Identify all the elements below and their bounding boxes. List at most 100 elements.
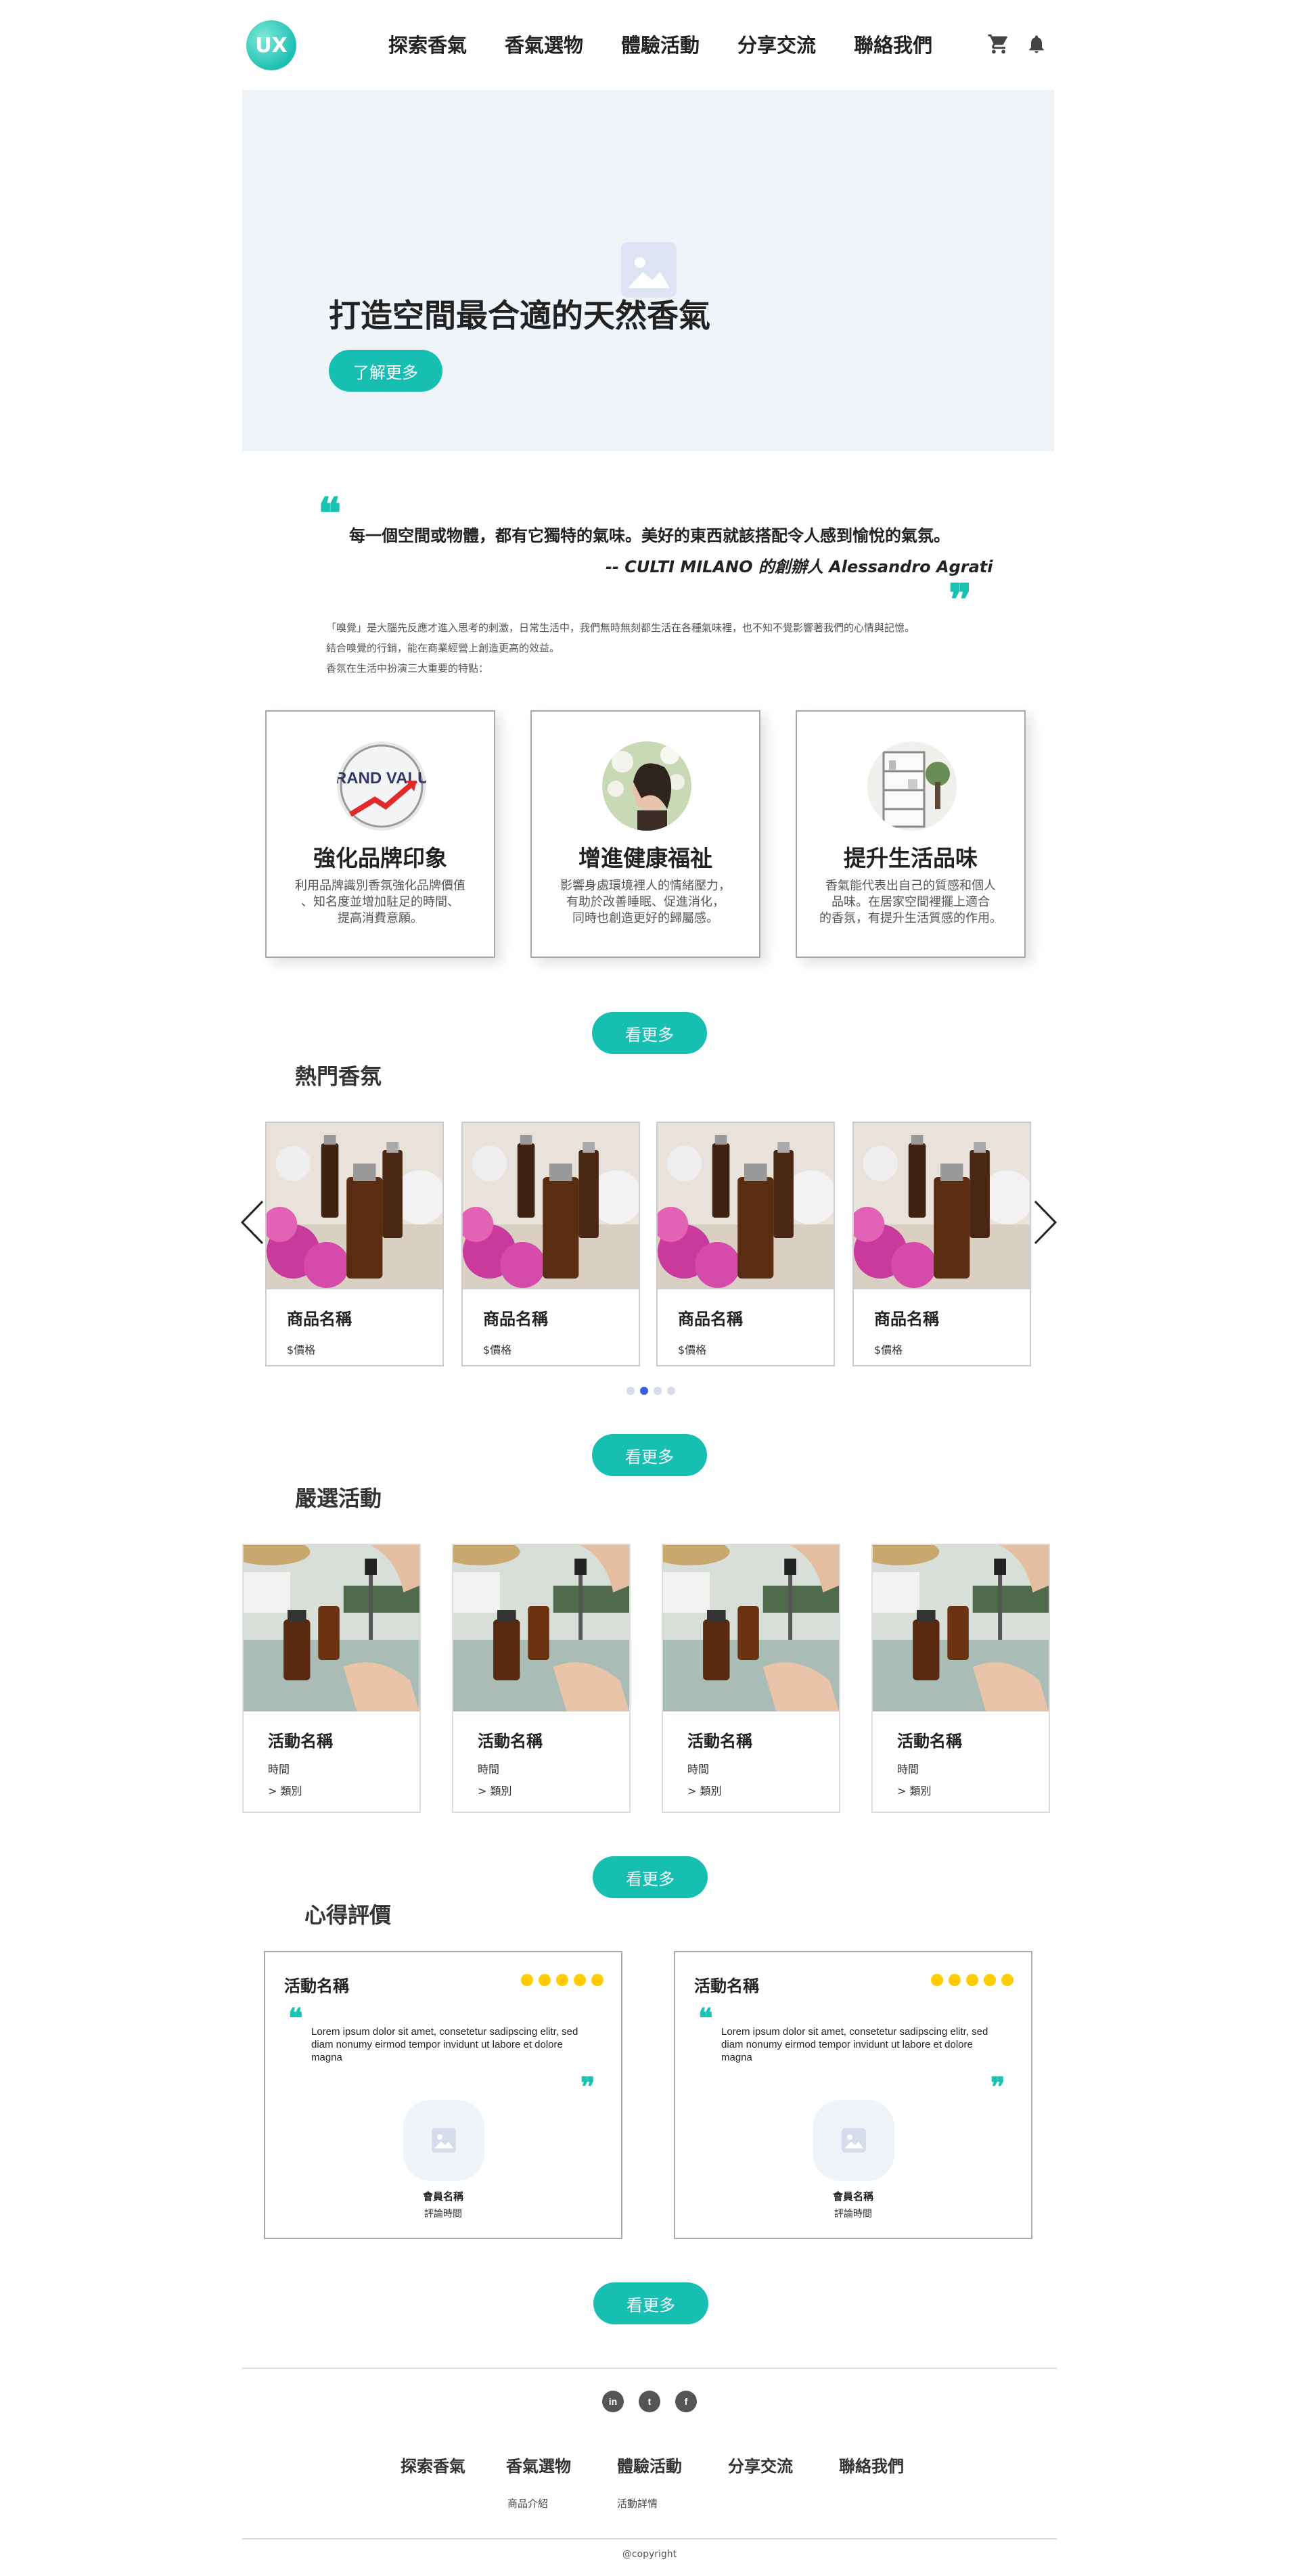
learn-more-button[interactable]: 了解更多	[329, 350, 442, 392]
carousel-prev-icon[interactable]	[238, 1199, 265, 1246]
footer-link-event-details[interactable]: 活動詳情	[617, 2496, 658, 2510]
footer-divider	[242, 2538, 1057, 2539]
activity-card[interactable]: 活動名稱 時間 > 類別	[242, 1544, 421, 1813]
brand-value-image: BRAND VALUE	[337, 741, 426, 831]
star-icon	[949, 1974, 961, 1986]
carousel-dot[interactable]	[667, 1387, 675, 1395]
product-price: $價格	[287, 1343, 316, 1356]
product-image	[463, 1123, 639, 1289]
activity-name: 活動名稱	[687, 1732, 752, 1751]
rating-stars	[931, 1974, 1013, 1986]
product-name: 商品名稱	[287, 1310, 352, 1329]
footer-nav-products[interactable]: 香氣選物	[506, 2453, 571, 2477]
intro-line: 「嗅覺」是大腦先反應才進入思考的刺激，日常生活中，我們無時無刻都生活在各種氣味裡…	[326, 622, 915, 634]
product-card[interactable]: 商品名稱 $價格	[265, 1122, 444, 1366]
star-icon	[591, 1974, 603, 1986]
facebook-icon[interactable]: f	[675, 2391, 697, 2412]
nav-item-explore[interactable]: 探索香氣	[388, 30, 467, 58]
see-more-button[interactable]: 看更多	[592, 1434, 707, 1476]
star-icon	[574, 1974, 586, 1986]
activity-image	[244, 1545, 419, 1711]
intro-line: 香氛在生活中扮演三大重要的特點：	[326, 662, 489, 674]
activity-image	[873, 1545, 1049, 1711]
quote-close-icon: ❞	[990, 2071, 1005, 2103]
activity-card[interactable]: 活動名稱 時間 > 類別	[871, 1544, 1050, 1813]
feature-desc: 利用品牌識別香氛強化品牌價值 、知名度並增加駐足的時間、 提高消費意願。	[295, 879, 465, 925]
feature-card: 增進健康福祉 影響身處環境裡人的情緒壓力， 有助於改善睡眠、促進消化， 同時也創…	[530, 710, 760, 958]
quote-text: 每一個空間或物體，都有它獨特的氣味。美好的東西就該搭配令人感到愉悅的氣氛。	[349, 526, 950, 545]
quote-close-icon: ❞	[949, 575, 972, 626]
image-placeholder-icon	[432, 2128, 456, 2153]
activity-time: 時間	[478, 1763, 500, 1776]
star-icon	[521, 1974, 533, 1986]
footer-nav-events[interactable]: 體驗活動	[617, 2453, 682, 2477]
main-nav: 探索香氣 香氣選物 體驗活動 分享交流 聯絡我們	[388, 27, 932, 61]
activity-card[interactable]: 活動名稱 時間 > 類別	[662, 1544, 840, 1813]
nav-item-events[interactable]: 體驗活動	[621, 30, 700, 58]
activity-name: 活動名稱	[478, 1732, 543, 1751]
cart-icon[interactable]	[985, 30, 1012, 58]
product-image	[267, 1123, 442, 1289]
carousel-dot-active[interactable]	[640, 1387, 648, 1395]
footer-nav-explore[interactable]: 探索香氣	[401, 2453, 465, 2477]
footer-link-product-intro[interactable]: 商品介紹	[507, 2496, 548, 2510]
activity-category[interactable]: > 類別	[687, 1782, 722, 1798]
star-icon	[1001, 1974, 1013, 1986]
footer-nav-share[interactable]: 分享交流	[728, 2453, 793, 2477]
carousel-dot[interactable]	[654, 1387, 662, 1395]
product-price: $價格	[483, 1343, 512, 1356]
copyright: @copyright	[622, 2549, 677, 2560]
feature-title: 提升生活品味	[844, 845, 978, 871]
activity-image	[663, 1545, 839, 1711]
feature-desc: 影響身處環境裡人的情緒壓力， 有助於改善睡眠、促進消化， 同時也創造更好的歸屬感…	[560, 879, 731, 925]
products-section-title: 熱門香氛	[295, 1063, 382, 1089]
product-name: 商品名稱	[483, 1310, 548, 1329]
activity-category[interactable]: > 類別	[478, 1782, 512, 1798]
bell-icon[interactable]	[1023, 30, 1050, 58]
activity-time: 時間	[268, 1763, 290, 1776]
footer-divider	[242, 2368, 1057, 2369]
footer-nav-contact[interactable]: 聯絡我們	[839, 2453, 904, 2477]
image-placeholder-icon	[842, 2128, 866, 2153]
rating-stars	[521, 1974, 603, 1986]
feature-desc: 香氣能代表出自己的質感和個人 品味。在居家空間裡擺上適合 的香氛，有提升生活質感…	[819, 879, 1002, 925]
activity-card[interactable]: 活動名稱 時間 > 類別	[452, 1544, 631, 1813]
product-card[interactable]: 商品名稱 $價格	[852, 1122, 1031, 1366]
star-icon	[966, 1974, 978, 1986]
review-time: 評論時間	[834, 2209, 872, 2220]
quote-author: -- CULTI MILANO 的創辦人 Alessandro Agrati	[606, 557, 993, 576]
quote-open-icon: ❝	[288, 2002, 303, 2034]
logo[interactable]: UX	[246, 20, 296, 70]
intro-line: 結合嗅覺的行銷，能在商業經營上創造更高的效益。	[326, 642, 560, 654]
carousel-dot[interactable]	[626, 1387, 635, 1395]
intro-text: 「嗅覺」是大腦先反應才進入思考的刺激，日常生活中，我們無時無刻都生活在各種氣味裡…	[326, 618, 976, 678]
twitter-icon[interactable]: t	[639, 2391, 660, 2412]
carousel-next-icon[interactable]	[1032, 1199, 1059, 1246]
feature-title: 強化品牌印象	[313, 845, 447, 871]
nav-item-products[interactable]: 香氣選物	[505, 30, 583, 58]
nav-item-contact[interactable]: 聯絡我們	[854, 30, 932, 58]
avatar	[813, 2100, 894, 2181]
review-card: 活動名稱 ❝ Lorem ipsum dolor sit amet, conse…	[674, 1951, 1032, 2239]
see-more-button[interactable]: 看更多	[592, 1012, 707, 1054]
member-name: 會員名稱	[422, 2190, 463, 2203]
product-card[interactable]: 商品名稱 $價格	[656, 1122, 835, 1366]
quote-open-icon: ❝	[698, 2002, 713, 2034]
star-icon	[556, 1974, 568, 1986]
review-text: Lorem ipsum dolor sit amet, consetetur s…	[311, 2026, 578, 2063]
activity-category[interactable]: > 類別	[897, 1782, 932, 1798]
review-card: 活動名稱 ❝ Lorem ipsum dolor sit amet, conse…	[264, 1951, 622, 2239]
quote-close-icon: ❞	[580, 2071, 595, 2103]
product-card[interactable]: 商品名稱 $價格	[461, 1122, 640, 1366]
hero-title: 打造空間最合適的天然香氣	[329, 298, 710, 335]
see-more-button[interactable]: 看更多	[593, 2282, 708, 2324]
woman-flowers-image	[602, 741, 691, 831]
activity-category[interactable]: > 類別	[268, 1782, 302, 1798]
product-price: $價格	[678, 1343, 707, 1356]
feature-card: BRAND VALUE 強化品牌印象 利用品牌識別香氛強化品牌價值 、知名度並增…	[265, 710, 495, 958]
linkedin-icon[interactable]: in	[602, 2391, 624, 2412]
product-price: $價格	[874, 1343, 903, 1356]
nav-item-share[interactable]: 分享交流	[737, 30, 816, 58]
see-more-button[interactable]: 看更多	[593, 1856, 708, 1898]
review-activity-name: 活動名稱	[694, 1977, 759, 1996]
